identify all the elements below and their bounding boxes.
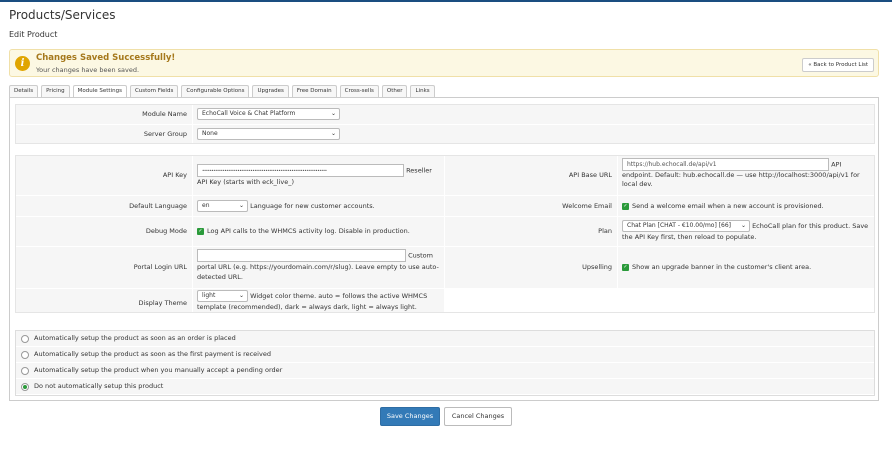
server-group-value: None [202, 130, 218, 137]
default-language-value: en [202, 202, 210, 209]
api-key-field: ••••••••••••••••••••••••••••••••••••••••… [193, 156, 444, 195]
setup-option-label: Automatically setup the product as soon … [34, 350, 271, 358]
setup-option-first-payment[interactable]: Automatically setup the product as soon … [16, 347, 874, 363]
module-form: Module Name EchoCall Voice & Chat Platfo… [15, 104, 875, 144]
api-key-input[interactable]: ••••••••••••••••••••••••••••••••••••••••… [197, 164, 404, 177]
portal-login-url-field: Custom portal URL (e.g. https://yourdoma… [193, 247, 444, 288]
welcome-email-label: Welcome Email [445, 196, 618, 216]
page-subtitle: Edit Product [9, 30, 58, 39]
tab-bar: Details Pricing Module Settings Custom F… [9, 85, 438, 98]
api-base-url-input[interactable]: https://hub.echocall.de/api/v1 [622, 158, 829, 171]
api-base-url-label: API Base URL [445, 156, 618, 195]
setup-option-order-placed[interactable]: Automatically setup the product as soon … [16, 331, 874, 347]
alert-message: Your changes have been saved. [36, 66, 140, 74]
radio-button[interactable] [21, 367, 29, 375]
page-title: Products/Services [9, 8, 116, 22]
setup-option-label: Automatically setup the product when you… [34, 366, 283, 374]
display-theme-field: light ⌄ Widget color theme. auto = follow… [193, 289, 444, 312]
chevron-down-icon: ⌄ [238, 292, 244, 299]
module-name-value: EchoCall Voice & Chat Platform [202, 110, 296, 117]
info-icon: i [15, 56, 30, 71]
radio-button-selected[interactable] [21, 383, 29, 391]
chevron-down-icon: ⌄ [330, 110, 336, 117]
radio-button[interactable] [21, 351, 29, 359]
setup-option-manual-accept[interactable]: Automatically setup the product when you… [16, 363, 874, 379]
plan-help-a: EchoCall plan for this product. Save [752, 222, 869, 230]
upselling-label: Upselling [445, 247, 618, 288]
module-name-field: EchoCall Voice & Chat Platform ⌄ [193, 105, 874, 124]
api-base-url-field: https://hub.echocall.de/api/v1 API endpo… [618, 156, 874, 195]
portal-login-url-help-b: portal URL (e.g. https://yourdomain.com/… [197, 263, 439, 281]
default-language-label: Default Language [16, 196, 193, 216]
tab-other[interactable]: Other [381, 85, 408, 97]
api-base-url-help-b: endpoint. Default: hub.echocall.de — use… [622, 171, 860, 188]
upselling-checkbox[interactable]: ✓ [622, 263, 629, 271]
chevron-down-icon: ⌄ [238, 202, 244, 209]
api-key-help-b: API Key (starts with eck_live_) [197, 178, 295, 186]
tab-configurable-options[interactable]: Configurable Options [181, 85, 250, 97]
tab-details[interactable]: Details [9, 85, 39, 97]
module-settings-pane: Module Name EchoCall Voice & Chat Platfo… [9, 97, 879, 401]
api-key-help-a: Reseller [406, 166, 432, 175]
setup-option-label: Automatically setup the product as soon … [34, 334, 236, 342]
portal-login-url-label: Portal Login URL [16, 247, 193, 288]
save-changes-button[interactable]: Save Changes [380, 407, 440, 426]
tab-upgrades[interactable]: Upgrades [252, 85, 289, 97]
tab-free-domain[interactable]: Free Domain [291, 85, 337, 97]
chevron-down-icon: ⌄ [330, 130, 336, 137]
chevron-down-icon: ⌄ [740, 222, 746, 229]
display-theme-select[interactable]: light ⌄ [197, 290, 248, 302]
debug-mode-label: Debug Mode [16, 217, 193, 246]
tab-links[interactable]: Links [410, 85, 435, 97]
module-name-select[interactable]: EchoCall Voice & Chat Platform ⌄ [197, 108, 340, 120]
plan-value: Chat Plan [CHAT - €10.00/mo] [66] [627, 222, 732, 229]
welcome-email-help: Send a welcome email when a new account … [632, 202, 824, 210]
plan-select[interactable]: Chat Plan [CHAT - €10.00/mo] [66] ⌄ [622, 220, 750, 232]
debug-mode-help: Log API calls to the WHMCS activity log.… [207, 227, 410, 235]
welcome-email-field: ✓ Send a welcome email when a new account… [618, 196, 874, 216]
debug-mode-checkbox[interactable]: ✓ [197, 227, 204, 235]
tab-pricing[interactable]: Pricing [41, 85, 70, 97]
server-group-select[interactable]: None ⌄ [197, 128, 340, 140]
empty-cell [445, 289, 874, 312]
upselling-help: Show an upgrade banner in the customer's… [632, 263, 812, 271]
api-base-url-help-a: API [831, 160, 842, 169]
setup-option-label: Do not automatically setup this product [34, 382, 164, 390]
default-language-select[interactable]: en ⌄ [197, 200, 248, 212]
back-to-product-list-button[interactable]: « Back to Product List [802, 58, 874, 72]
server-group-field: None ⌄ [193, 125, 874, 143]
upselling-field: ✓ Show an upgrade banner in the customer'… [618, 247, 874, 288]
display-theme-value: light [202, 292, 216, 299]
server-group-label: Server Group [16, 125, 193, 143]
auto-setup-options: Automatically setup the product as soon … [15, 330, 875, 396]
setup-option-no-auto[interactable]: Do not automatically setup this product [16, 379, 874, 395]
module-name-label: Module Name [16, 105, 193, 124]
plan-help-b: the API Key first, then reload to popula… [622, 233, 757, 241]
alert-title: Changes Saved Successfully! [36, 53, 176, 63]
tab-custom-fields[interactable]: Custom Fields [129, 85, 179, 97]
plan-label: Plan [445, 217, 618, 246]
success-alert: i Changes Saved Successfully! Your chang… [9, 49, 879, 77]
welcome-email-checkbox[interactable]: ✓ [622, 202, 629, 210]
radio-button[interactable] [21, 335, 29, 343]
plan-field: Chat Plan [CHAT - €10.00/mo] [66] ⌄ EchoC… [618, 217, 874, 246]
tab-cross-sells[interactable]: Cross-sells [339, 85, 379, 97]
api-key-label: API Key [16, 156, 193, 195]
display-theme-label: Display Theme [16, 289, 193, 312]
settings-form: API Key ••••••••••••••••••••••••••••••••… [15, 155, 875, 313]
cancel-changes-button[interactable]: Cancel Changes [444, 407, 512, 426]
debug-mode-field: ✓ Log API calls to the WHMCS activity log… [193, 217, 444, 246]
portal-login-url-help-a: Custom [408, 251, 433, 260]
default-language-help: Language for new customer accounts. [250, 202, 375, 210]
portal-login-url-input[interactable] [197, 249, 406, 262]
default-language-field: en ⌄ Language for new customer accounts. [193, 196, 444, 216]
top-accent-bar [0, 0, 892, 2]
